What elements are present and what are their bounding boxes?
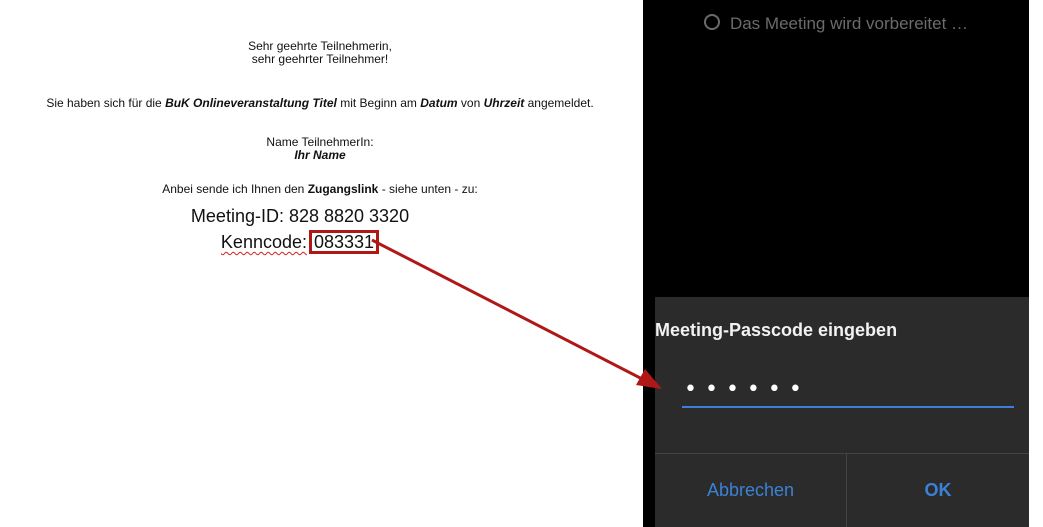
invitation-letter: Sehr geehrte Teilnehmerin, sehr geehrter…	[0, 0, 640, 527]
body-text-pre: Sie haben sich für die	[46, 96, 166, 110]
registration-sentence: Sie haben sich für die BuK Onlineveranst…	[0, 97, 640, 110]
access-link-sentence: Anbei sende ich Ihnen den Zugangslink - …	[0, 183, 640, 196]
kenncode-label: Kenncode:	[220, 232, 307, 252]
link-text-pre: Anbei sende ich Ihnen den	[162, 182, 308, 196]
loading-spinner-icon	[703, 14, 720, 30]
cancel-button[interactable]: Abbrechen	[655, 454, 846, 527]
phone-screen: Das Meeting wird vorbereitet … Meeting-P…	[643, 0, 1029, 527]
body-text-mid1: mit Beginn am	[336, 96, 421, 110]
passcode-dialog: Meeting-Passcode eingeben Abbrechen OK	[655, 297, 1029, 527]
salutation-line-2: sehr geehrter Teilnehmer!	[251, 52, 389, 66]
body-text-post: angemeldet.	[524, 96, 594, 110]
meeting-preparing-text: Das Meeting wird vorbereitet …	[729, 14, 969, 33]
event-date: Datum	[420, 96, 458, 110]
link-text-post: - siehe unten - zu:	[378, 182, 478, 196]
ok-button[interactable]: OK	[847, 454, 1029, 527]
kenncode-highlight-box: 083331	[309, 230, 380, 254]
participant-name-value: Ihr Name	[294, 148, 346, 162]
screenshot-stage: Sehr geehrte Teilnehmerin, sehr geehrter…	[0, 0, 1043, 527]
passcode-input[interactable]	[682, 372, 1014, 408]
meeting-preparing-status: Das Meeting wird vorbereitet …	[643, 14, 1029, 34]
event-time: Uhrzeit	[483, 96, 525, 110]
event-title: BuK Onlineveranstaltung Titel	[165, 96, 337, 110]
body-text-mid2: von	[457, 96, 484, 110]
meeting-id: Meeting-ID: 828 8820 3320	[190, 206, 410, 226]
kenncode-line: Kenncode: 083331	[180, 230, 420, 254]
access-link-word: Zugangslink	[307, 182, 379, 196]
dialog-title: Meeting-Passcode eingeben	[655, 320, 898, 340]
